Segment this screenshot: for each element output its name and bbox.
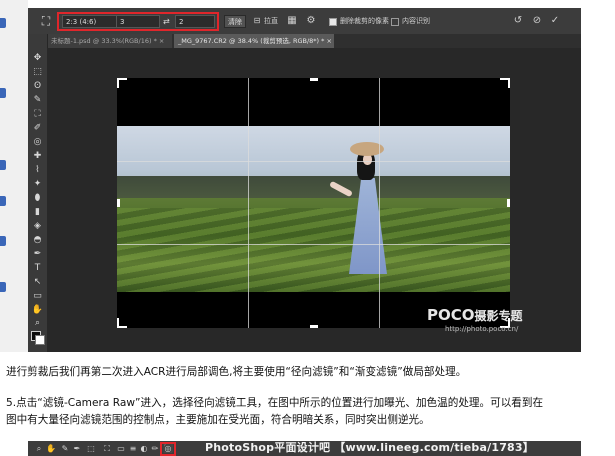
marquee-tool-icon[interactable]: ⬚ [30, 66, 45, 78]
settings-gear-icon[interactable]: ⚙ [305, 14, 317, 28]
blur-tool-icon[interactable]: ◈ [30, 220, 45, 232]
eyedropper-tool-icon[interactable]: ✐ [30, 122, 45, 134]
radial-filter-tool-icon[interactable]: ◎ [163, 443, 173, 454]
content-aware-checkbox[interactable] [391, 18, 399, 26]
poco-watermark-url: http://photo.poco.cn/ [445, 325, 519, 333]
straighten-label[interactable]: 拉直 [264, 15, 278, 28]
page-edge-marker [0, 88, 6, 98]
type-tool-icon[interactable]: T [30, 262, 45, 274]
hand-tool-icon[interactable]: ✋ [46, 443, 56, 454]
stamp-tool-icon[interactable]: ⌇ [30, 164, 45, 176]
color-sampler-tool-icon[interactable]: ✒ [72, 443, 82, 454]
zoom-tool-icon[interactable]: ⌕ [34, 443, 44, 454]
crop-tool-icon[interactable]: ⛶ [38, 13, 54, 29]
gradient-tool-icon[interactable]: ▮ [30, 206, 45, 218]
article-paragraph-2-line-1: 5.点击“滤镜-Camera Raw”进入，选择径向滤镜工具，在图中所示的位置进… [6, 397, 544, 409]
clear-button[interactable]: 清除 [224, 15, 246, 28]
commit-crop-icon[interactable]: ✓ [549, 14, 561, 28]
document-tabs: 未标题-1.psd @ 33.3%(RGB/16) * × _MG_9767.C… [47, 34, 581, 48]
photoshop-screenshot: ⛶ 2:3 (4:6) 3 ⇄ 2 清除 ⊟ 拉直 ▦ ⚙ 删除裁剪的像素 内容… [28, 8, 581, 352]
page-edge-marker [0, 236, 6, 246]
crop-handle-top[interactable] [310, 78, 318, 81]
forum-watermark: PhotoShop平面设计吧 【www.lineeg.com/tieba/178… [205, 441, 534, 454]
brush-tool-icon[interactable]: ✚ [30, 150, 45, 162]
crop-handle-bottom[interactable] [310, 325, 318, 328]
quick-select-tool-icon[interactable]: ✎ [30, 94, 45, 106]
crop-tool-icon[interactable]: ⛶ [30, 108, 45, 120]
poco-brand-sub: 摄影专题 [474, 309, 523, 323]
poco-brand: POCO [427, 306, 475, 324]
article-paragraph-1: 进行剪裁后我们再第二次进入ACR进行局部调色,将主要使用“径向滤镜”和“渐变滤镜… [6, 366, 467, 378]
camera-raw-toolbar-strip: ⌕ ✋ ✎ ✒ ⬚ ⛶ ▭ ≡ ◐ ✏ ⬛ ◎ PhotoShop平面设计吧 【… [28, 441, 581, 456]
eraser-tool-icon[interactable]: ⬮ [30, 192, 45, 204]
crop-grid-line [248, 78, 249, 328]
reset-icon[interactable]: ↺ [512, 14, 524, 28]
red-eye-tool-icon[interactable]: ◐ [139, 443, 149, 454]
poco-watermark: POCO摄影专题 [427, 306, 523, 325]
delete-cropped-label: 删除裁剪的像素 [340, 17, 389, 25]
cancel-crop-icon[interactable]: ⊘ [531, 14, 543, 28]
crop-grid-line [117, 244, 510, 245]
overlay-grid-icon[interactable]: ▦ [286, 14, 298, 28]
page-edge-marker [0, 18, 6, 28]
crop-grid-line [117, 161, 510, 162]
swap-dimensions-icon[interactable]: ⇄ [163, 15, 173, 28]
page-left-edge [0, 0, 28, 352]
dodge-tool-icon[interactable]: ◓ [30, 234, 45, 246]
adjustment-brush-tool-icon[interactable]: ✏ [150, 443, 160, 454]
delete-cropped-checkbox[interactable] [329, 18, 337, 26]
crop-height-input[interactable]: 2 [175, 15, 215, 28]
pen-tool-icon[interactable]: ✒ [30, 248, 45, 260]
lasso-tool-icon[interactable]: ʘ [30, 80, 45, 92]
history-brush-tool-icon[interactable]: ✦ [30, 178, 45, 190]
crop-handle-left[interactable] [117, 199, 120, 207]
content-aware-label: 内容识别 [402, 17, 430, 25]
spot-heal-tool-icon[interactable]: ◎ [30, 136, 45, 148]
crop-width-input[interactable]: 3 [116, 15, 160, 28]
crop-options-bar: ⛶ 2:3 (4:6) 3 ⇄ 2 清除 ⊟ 拉直 ▦ ⚙ 删除裁剪的像素 内容… [28, 8, 581, 35]
page-edge-marker [0, 160, 6, 170]
zoom-tool-icon[interactable]: ⌕ [30, 317, 45, 329]
photo-canvas[interactable] [117, 78, 510, 328]
page-edge-marker [0, 196, 6, 206]
crop-handle-bottom-left[interactable] [117, 318, 127, 328]
tools-panel: ✥ ⬚ ʘ ✎ ⛶ ✐ ◎ ✚ ⌇ ✦ ⬮ ▮ ◈ ◓ ✒ T ↖ ▭ ✋ ⌕ [28, 34, 48, 352]
path-select-tool-icon[interactable]: ↖ [30, 276, 45, 288]
crop-tool-icon[interactable]: ⛶ [102, 443, 112, 454]
spot-removal-tool-icon[interactable]: ≡ [128, 443, 138, 454]
targeted-adjust-tool-icon[interactable]: ⬚ [86, 443, 96, 454]
straighten-icon[interactable]: ⊟ [252, 14, 262, 28]
tab-untitled-1[interactable]: 未标题-1.psd @ 33.3%(RGB/16) * × [47, 34, 172, 48]
crop-handle-right[interactable] [507, 199, 510, 207]
move-tool-icon[interactable]: ✥ [30, 52, 45, 64]
crop-handle-top-right[interactable] [500, 78, 510, 88]
straighten-tool-icon[interactable]: ▭ [116, 443, 126, 454]
hand-tool-icon[interactable]: ✋ [30, 304, 45, 316]
crop-grid-line [379, 78, 380, 328]
shape-tool-icon[interactable]: ▭ [30, 290, 45, 302]
tab-mg-9767[interactable]: _MG_9767.CR2 @ 38.4% (裁剪预选, RGB/8*) * × [174, 34, 334, 48]
white-balance-tool-icon[interactable]: ✎ [60, 443, 70, 454]
canvas-area: POCO摄影专题 http://photo.poco.cn/ [47, 48, 581, 352]
page-edge-marker [0, 282, 6, 292]
background-color-swatch[interactable] [35, 335, 45, 345]
photo-tea-rows [117, 208, 510, 292]
article-paragraph-2-line-2: 图中有大量径向滤镜范围的控制点，主要施加在受光面，符合明暗关系，同时突出侧逆光。 [6, 414, 430, 426]
crop-handle-top-left[interactable] [117, 78, 127, 88]
